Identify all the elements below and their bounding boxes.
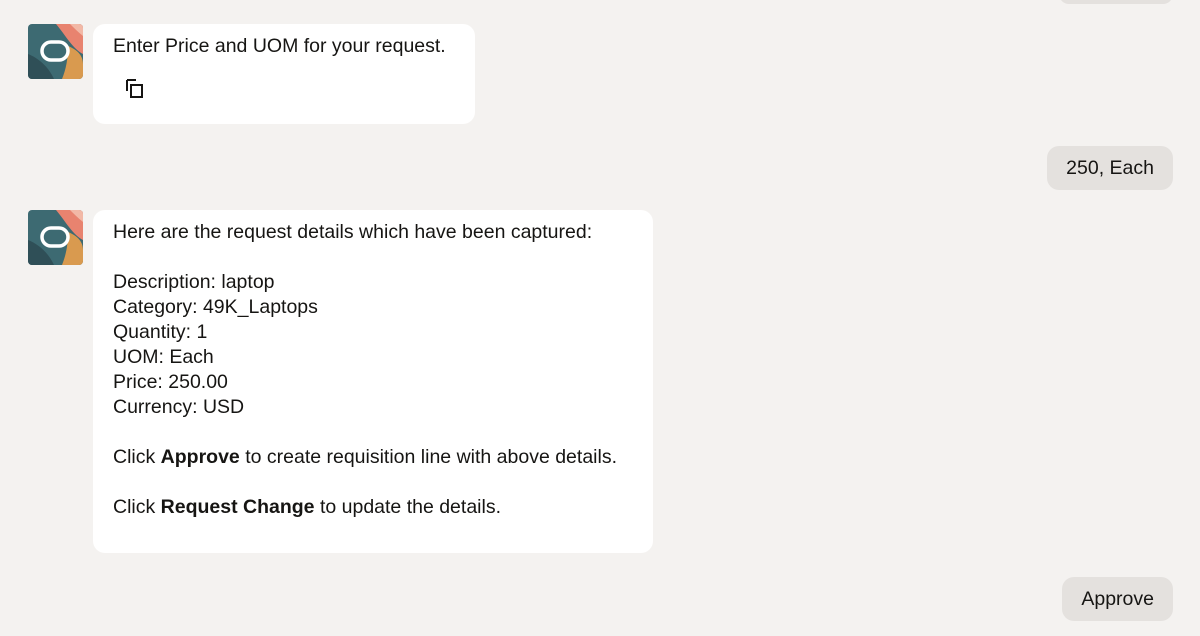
assistant-message: Enter Price and UOM for your request. (93, 24, 475, 124)
assistant-avatar-icon (28, 24, 83, 79)
detail-uom: UOM: Each (113, 346, 214, 368)
detail-category: Category: 49K_Laptops (113, 296, 318, 318)
message-text: Enter Price and UOM for your request. (113, 35, 446, 57)
detail-currency: Currency: USD (113, 396, 245, 418)
details-intro: Here are the request details which have … (113, 221, 593, 243)
approve-instruction: Click Approve to create requisition line… (113, 446, 617, 468)
chat-transcript: Enter Price and UOM for your request. 25… (0, 0, 1200, 636)
copy-button[interactable] (121, 78, 149, 106)
user-message: 250, Each (1047, 146, 1173, 190)
detail-price: Price: 250.00 (113, 371, 228, 393)
copy-icon (124, 78, 146, 107)
detail-quantity: Quantity: 1 (113, 321, 208, 343)
previous-user-message (1059, 0, 1173, 4)
assistant-message-request-details: Here are the request details which have … (93, 210, 653, 553)
request-change-instruction: Click Request Change to update the detai… (113, 496, 501, 518)
approve-button[interactable]: Approve (1062, 577, 1173, 621)
assistant-avatar-icon (28, 210, 83, 265)
detail-description: Description: laptop (113, 271, 275, 293)
